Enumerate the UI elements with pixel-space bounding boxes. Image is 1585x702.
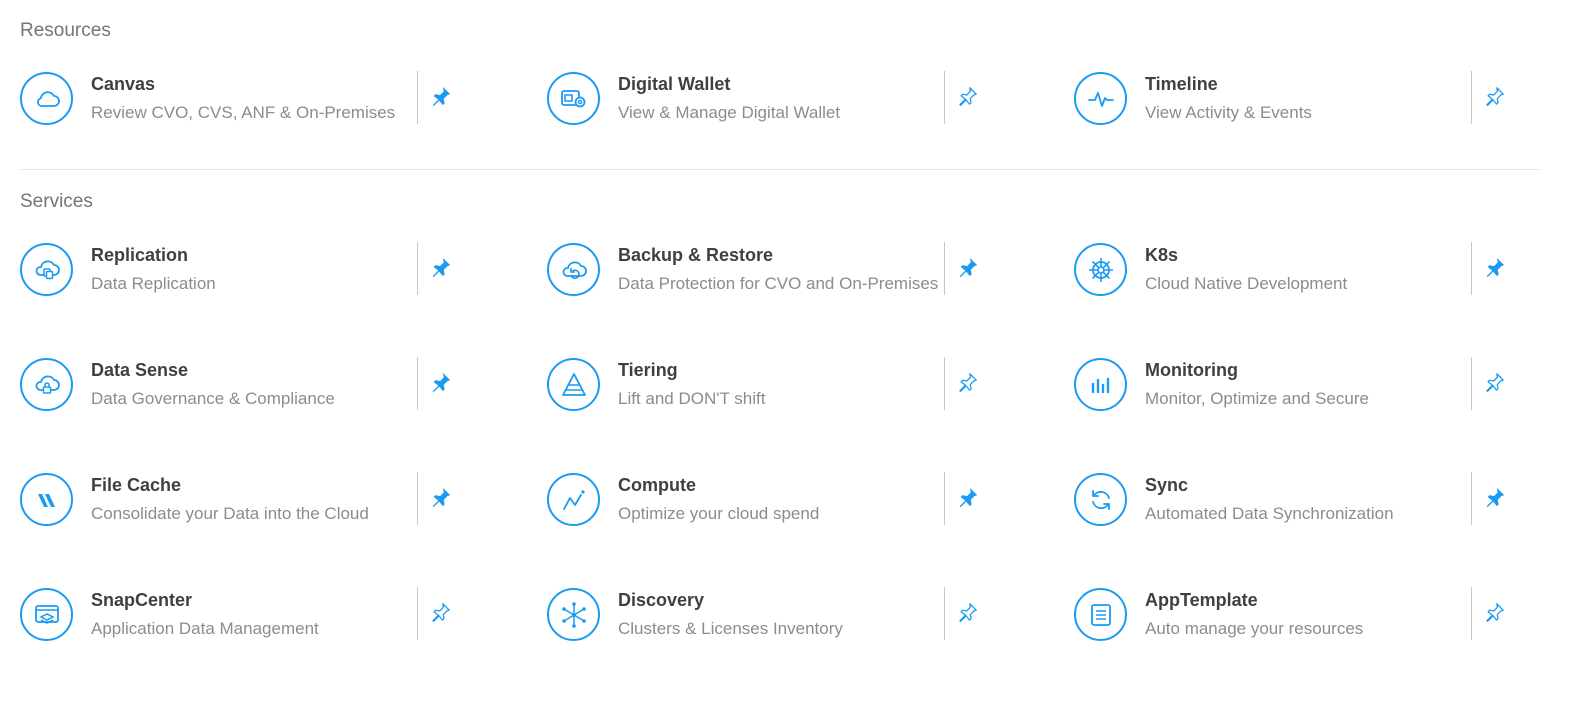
pin-filled-icon[interactable]	[1484, 256, 1506, 278]
card-separator	[417, 587, 418, 640]
card-subtitle: Review CVO, CVS, ANF & On-Premises	[91, 103, 396, 122]
pin-filled-icon[interactable]	[430, 486, 452, 508]
card-subtitle: View Activity & Events	[1145, 103, 1312, 122]
card-title: SnapCenter	[91, 590, 193, 610]
cloud-restore-icon	[547, 243, 600, 296]
service-card-digital-wallet[interactable]: Digital Wallet View & Manage Digital Wall…	[527, 71, 1017, 127]
pin-outline-icon[interactable]	[957, 601, 979, 623]
bar-chart-icon	[1074, 358, 1127, 411]
card-separator	[944, 587, 945, 640]
cloud-copy-icon	[20, 243, 73, 296]
section-heading-services: Services	[20, 191, 93, 212]
card-title: File Cache	[91, 475, 182, 495]
pin-filled-icon[interactable]	[957, 486, 979, 508]
template-document-icon	[1074, 588, 1127, 641]
card-title: Discovery	[618, 590, 705, 610]
card-separator	[944, 242, 945, 295]
card-separator	[944, 472, 945, 525]
card-subtitle: Lift and DON'T shift	[618, 389, 766, 408]
service-card-snapcenter[interactable]: SnapCenter Application Data Management	[0, 587, 490, 643]
helm-wheel-icon	[1074, 243, 1127, 296]
cloud-lock-icon	[20, 358, 73, 411]
card-subtitle: Cloud Native Development	[1145, 274, 1348, 293]
service-card-file-cache[interactable]: File Cache Consolidate your Data into the…	[0, 472, 490, 528]
card-title: Monitoring	[1145, 360, 1238, 380]
pyramid-icon	[547, 358, 600, 411]
card-subtitle: Data Protection for CVO and On-Premises	[618, 274, 939, 293]
pulse-icon	[1074, 72, 1127, 125]
section-divider	[20, 169, 1540, 170]
wallet-icon	[547, 72, 600, 125]
card-separator	[1471, 357, 1472, 410]
card-separator	[1471, 472, 1472, 525]
card-title: Backup & Restore	[618, 245, 774, 265]
card-separator	[944, 71, 945, 124]
card-separator	[1471, 587, 1472, 640]
network-nodes-icon	[547, 588, 600, 641]
card-subtitle: Data Governance & Compliance	[91, 389, 335, 408]
service-card-discovery[interactable]: Discovery Clusters & Licenses Inventory	[527, 587, 1017, 643]
card-separator	[417, 71, 418, 124]
card-title: Canvas	[91, 74, 156, 94]
pin-filled-icon[interactable]	[430, 371, 452, 393]
card-separator	[1471, 242, 1472, 295]
trend-line-icon	[547, 473, 600, 526]
card-separator	[417, 242, 418, 295]
card-separator	[944, 357, 945, 410]
pin-outline-icon[interactable]	[1484, 601, 1506, 623]
card-title: Replication	[91, 245, 189, 265]
pin-outline-icon[interactable]	[1484, 85, 1506, 107]
card-title: AppTemplate	[1145, 590, 1258, 610]
card-subtitle: View & Manage Digital Wallet	[618, 103, 841, 122]
card-title: Data Sense	[91, 360, 189, 380]
pin-filled-icon[interactable]	[430, 256, 452, 278]
card-title: Compute	[618, 475, 696, 495]
card-subtitle: Application Data Management	[91, 619, 319, 638]
pin-filled-icon[interactable]	[957, 256, 979, 278]
service-card-data-sense[interactable]: Data Sense Data Governance & Compliance	[0, 357, 490, 413]
card-subtitle: Data Replication	[91, 274, 216, 293]
pin-outline-icon[interactable]	[957, 371, 979, 393]
service-card-k8s[interactable]: K8s Cloud Native Development	[1054, 242, 1544, 298]
sync-icon	[1074, 473, 1127, 526]
card-title: Tiering	[618, 360, 678, 380]
file-cache-logo-icon	[20, 473, 73, 526]
card-title: Timeline	[1145, 74, 1218, 94]
service-card-backup-and-restore[interactable]: Backup & Restore Data Protection for CVO …	[527, 242, 1017, 298]
card-separator	[417, 472, 418, 525]
card-subtitle: Auto manage your resources	[1145, 619, 1364, 638]
service-card-compute[interactable]: Compute Optimize your cloud spend	[527, 472, 1017, 528]
pin-filled-icon[interactable]	[430, 85, 452, 107]
service-card-monitoring[interactable]: Monitoring Monitor, Optimize and Secure	[1054, 357, 1544, 413]
card-title: Sync	[1145, 475, 1189, 495]
card-subtitle: Optimize your cloud spend	[618, 504, 820, 523]
service-card-tiering[interactable]: Tiering Lift and DON'T shift	[527, 357, 1017, 413]
service-card-apptemplate[interactable]: AppTemplate Auto manage your resources	[1054, 587, 1544, 643]
service-card-timeline[interactable]: Timeline View Activity & Events	[1054, 71, 1544, 127]
cloud-icon	[20, 72, 73, 125]
card-subtitle: Consolidate your Data into the Cloud	[91, 504, 369, 523]
pin-outline-icon[interactable]	[430, 601, 452, 623]
card-title: Digital Wallet	[618, 74, 731, 94]
service-card-replication[interactable]: Replication Data Replication	[0, 242, 490, 298]
card-separator	[417, 357, 418, 410]
service-card-sync[interactable]: Sync Automated Data Synchronization	[1054, 472, 1544, 528]
section-heading-resources: Resources	[20, 20, 111, 41]
card-subtitle: Clusters & Licenses Inventory	[618, 619, 843, 638]
service-card-canvas[interactable]: Canvas Review CVO, CVS, ANF & On-Premises	[0, 71, 490, 127]
card-separator	[1471, 71, 1472, 124]
snapcenter-icon	[20, 588, 73, 641]
pin-filled-icon[interactable]	[1484, 486, 1506, 508]
card-subtitle: Automated Data Synchronization	[1145, 504, 1394, 523]
pin-outline-icon[interactable]	[1484, 371, 1506, 393]
card-title: K8s	[1145, 245, 1179, 265]
card-subtitle: Monitor, Optimize and Secure	[1145, 389, 1369, 408]
pin-outline-icon[interactable]	[957, 85, 979, 107]
